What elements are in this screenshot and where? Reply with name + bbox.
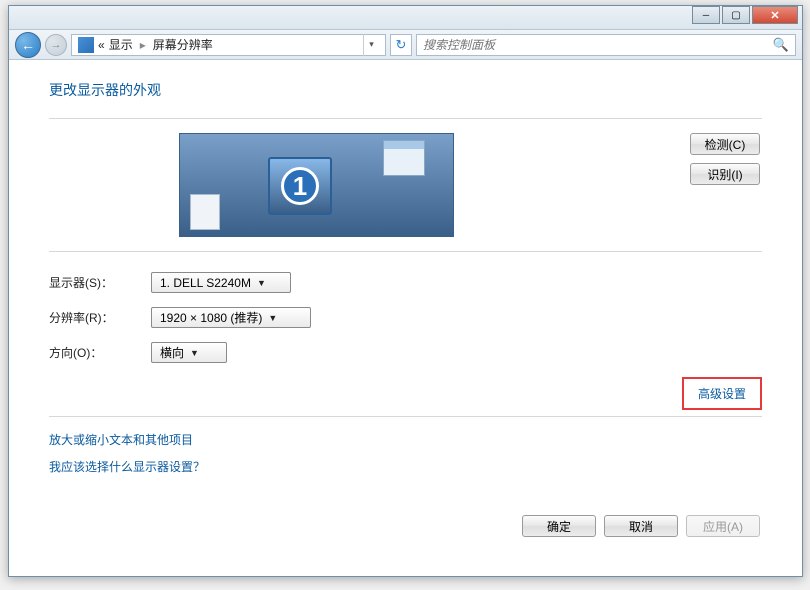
display-row: 显示器(S)： 1. DELL S2240M — [49, 272, 762, 293]
close-button[interactable] — [752, 6, 798, 24]
decorative-window-icon — [190, 194, 220, 230]
dialog-buttons: 确定 取消 应用(A) — [49, 515, 762, 537]
advanced-row: 高级设置 — [49, 377, 762, 417]
control-panel-icon — [78, 37, 94, 53]
breadcrumb-path[interactable]: « 显示 ▸ 屏幕分辨率 — [71, 34, 386, 56]
orientation-row: 方向(O)： 横向 — [49, 342, 762, 363]
orientation-value: 横向 — [160, 344, 184, 361]
maximize-button[interactable] — [722, 6, 750, 24]
monitor-preview[interactable]: 1 — [179, 133, 454, 237]
highlight-box: 高级设置 — [682, 377, 762, 410]
apply-button: 应用(A) — [686, 515, 760, 537]
forward-button — [45, 34, 67, 56]
resolution-row: 分辨率(R)： 1920 × 1080 (推荐) — [49, 307, 762, 328]
orientation-combo[interactable]: 横向 — [151, 342, 227, 363]
display-combo[interactable]: 1. DELL S2240M — [151, 272, 291, 293]
help-links: 放大或缩小文本和其他项目 我应该选择什么显示器设置？ — [49, 431, 762, 485]
cancel-button[interactable]: 取消 — [604, 515, 678, 537]
resolution-value: 1920 × 1080 (推荐) — [160, 309, 262, 326]
back-button[interactable] — [15, 32, 41, 58]
address-bar: « 显示 ▸ 屏幕分辨率 🔍 — [9, 30, 802, 60]
breadcrumb-resolution[interactable]: 屏幕分辨率 — [153, 36, 213, 53]
breadcrumb-prefix: « — [98, 38, 105, 52]
orientation-label: 方向(O)： — [49, 344, 151, 361]
which-display-link[interactable]: 我应该选择什么显示器设置？ — [49, 458, 205, 475]
page-heading: 更改显示器的外观 — [49, 80, 762, 100]
minimize-button[interactable] — [692, 6, 720, 24]
chevron-down-icon — [190, 348, 199, 358]
resolution-combo[interactable]: 1920 × 1080 (推荐) — [151, 307, 311, 328]
chevron-down-icon — [257, 278, 266, 288]
address-dropdown-icon[interactable] — [363, 34, 379, 56]
control-panel-window: « 显示 ▸ 屏幕分辨率 🔍 更改显示器的外观 1 检测(C) 识别(I) — [8, 5, 803, 577]
detect-button[interactable]: 检测(C) — [690, 133, 760, 155]
advanced-settings-link[interactable]: 高级设置 — [694, 383, 750, 404]
settings-form: 显示器(S)： 1. DELL S2240M 分辨率(R)： 1920 × 10… — [49, 272, 762, 363]
refresh-button[interactable] — [390, 34, 412, 56]
search-input[interactable] — [423, 38, 773, 52]
identify-button[interactable]: 识别(I) — [690, 163, 760, 185]
monitor-number-badge: 1 — [281, 167, 319, 205]
breadcrumb-display[interactable]: 显示 — [109, 36, 133, 53]
arrangement-buttons: 检测(C) 识别(I) — [690, 133, 762, 237]
breadcrumb-sep-icon: ▸ — [137, 38, 149, 52]
monitor-arrangement-row: 1 检测(C) 识别(I) — [49, 118, 762, 252]
search-icon[interactable]: 🔍 — [773, 37, 789, 53]
window-controls — [690, 6, 798, 24]
content-area: 更改显示器的外观 1 检测(C) 识别(I) 显示器(S)： 1. DELL S… — [9, 60, 802, 557]
resolution-label: 分辨率(R)： — [49, 309, 151, 326]
ok-button[interactable]: 确定 — [522, 515, 596, 537]
decorative-window-icon — [383, 140, 425, 176]
search-box[interactable]: 🔍 — [416, 34, 796, 56]
text-scaling-link[interactable]: 放大或缩小文本和其他项目 — [49, 431, 193, 448]
display-label: 显示器(S)： — [49, 274, 151, 291]
display-value: 1. DELL S2240M — [160, 276, 251, 290]
chevron-down-icon — [268, 313, 277, 323]
titlebar — [9, 6, 802, 30]
